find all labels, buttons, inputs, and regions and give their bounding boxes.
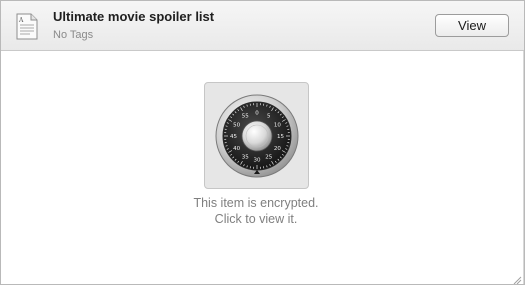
note-title: Ultimate movie spoiler list (53, 9, 215, 24)
resize-grip-icon[interactable] (512, 272, 522, 284)
encrypted-item-tile[interactable]: 0 5 10 15 20 25 30 35 40 45 50 55 (204, 82, 309, 189)
dial-number: 25 (265, 154, 272, 160)
svg-text:A: A (18, 17, 24, 24)
scroll-edge (523, 51, 524, 284)
dial-number: 10 (274, 122, 281, 128)
note-tags[interactable]: No Tags (53, 29, 93, 41)
note-content: 0 5 10 15 20 25 30 35 40 45 50 55 This item is encr… (1, 51, 524, 284)
dial-number: 15 (277, 134, 284, 140)
dial-number: 50 (233, 122, 240, 128)
note-window: A Ultimate movie spoiler list No Tags Vi… (0, 0, 525, 285)
encrypted-message-line2: Click to view it. (214, 212, 298, 226)
encrypted-message[interactable]: This item is encrypted. Click to view it… (156, 195, 356, 227)
dial-number: 5 (267, 114, 271, 120)
combination-lock-icon: 0 510 15 2025 30 3540 45 5055 (215, 94, 299, 178)
dial-number: 35 (242, 154, 249, 160)
dial-number: 20 (274, 146, 281, 152)
document-note-icon: A (16, 13, 38, 40)
dial-number: 40 (233, 146, 240, 152)
encrypted-message-line1: This item is encrypted. (193, 196, 319, 210)
dial-number: 30 (254, 158, 261, 164)
dial-number: 55 (242, 114, 249, 120)
view-button[interactable]: View (435, 14, 509, 37)
lock-knob (241, 120, 273, 152)
dial-number: 0 (255, 111, 259, 117)
dial-number: 45 (230, 134, 237, 140)
note-header: A Ultimate movie spoiler list No Tags Vi… (1, 1, 524, 51)
